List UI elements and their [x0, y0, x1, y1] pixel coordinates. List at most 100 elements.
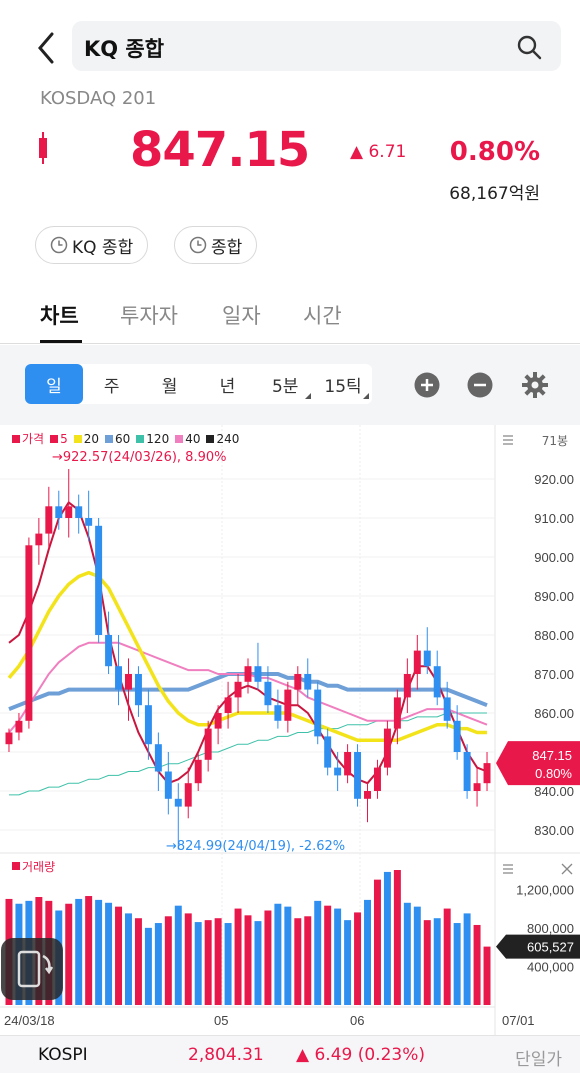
- candle-body: [144, 705, 152, 745]
- candle-body: [463, 752, 471, 791]
- legend-item: 60: [105, 430, 130, 447]
- candle-body: [393, 697, 401, 729]
- candle-body: [204, 728, 212, 760]
- candle-body: [234, 681, 242, 698]
- legend-label: 60: [115, 431, 131, 446]
- x-tick-label: 07/01: [502, 1013, 535, 1028]
- current-price-tag-label: 847.15: [532, 748, 572, 763]
- volume-bar: [324, 905, 332, 1005]
- tab-chart[interactable]: 차트: [40, 300, 79, 330]
- candle-body: [453, 720, 461, 752]
- period-label: 5분: [271, 376, 299, 397]
- clock-icon: [50, 236, 68, 254]
- legend-swatch: [175, 434, 184, 443]
- index-price: 2,804.31: [188, 1045, 264, 1065]
- ma5-line: [8, 501, 488, 785]
- clock-icon: [189, 236, 207, 254]
- volume-bar: [134, 918, 142, 1005]
- period-year[interactable]: 년: [198, 364, 256, 404]
- volume-bar: [314, 900, 322, 1005]
- legend-label: 240: [216, 431, 240, 446]
- candle-body: [284, 689, 292, 721]
- legend-item: 40: [175, 430, 200, 447]
- y-tick-label: 870.00: [534, 667, 574, 682]
- tab-investor[interactable]: 투자자: [120, 300, 178, 330]
- volume-title: 거래량: [22, 860, 55, 874]
- candle-body: [194, 759, 202, 784]
- candle-body: [105, 635, 113, 667]
- volume-bar: [204, 920, 212, 1005]
- legend-swatch: [50, 434, 59, 443]
- candle-body: [403, 674, 411, 698]
- candle-body: [443, 697, 451, 721]
- back-button[interactable]: [26, 28, 66, 68]
- y-tick-label: 860.00: [534, 706, 574, 721]
- volume-tick-label: 1,200,000: [516, 882, 574, 897]
- candlestick-chart[interactable]: 920.00 910.00 900.00 890.00 880.00 870.00 860.…: [0, 425, 580, 1035]
- period-month[interactable]: 월: [141, 364, 199, 404]
- legend-label: 20: [83, 431, 100, 446]
- candle-body: [95, 525, 103, 635]
- volume-bar: [423, 920, 431, 1005]
- volume-bar: [144, 927, 152, 1005]
- tab-time[interactable]: 시간: [303, 300, 342, 330]
- rotate-screen-button[interactable]: [1, 938, 63, 1000]
- period-label: 일: [46, 376, 62, 397]
- volume-bar: [274, 903, 282, 1005]
- legend-item: 가격: [12, 430, 44, 447]
- candle-body: [423, 650, 431, 667]
- period-label: 15틱: [324, 376, 362, 397]
- candle-body: [65, 506, 73, 518]
- volume-bar: [463, 913, 471, 1005]
- chip-composite[interactable]: 종합: [174, 226, 258, 264]
- x-tick-label: 06: [350, 1013, 364, 1028]
- chip-label: 종합: [211, 237, 243, 258]
- price-chart-area[interactable]: 920.00 910.00 900.00 890.00 880.00 870.00 860.…: [0, 425, 580, 1035]
- volume-bar: [443, 908, 451, 1005]
- period-label: 년: [219, 376, 236, 397]
- chevron-left-icon: [38, 32, 54, 64]
- volume-bar: [234, 908, 242, 1005]
- index-change: ▲ 6.49 (0.23%): [296, 1045, 426, 1065]
- candle-body: [25, 545, 33, 721]
- gear-icon[interactable]: [521, 371, 549, 399]
- legend-swatch: [136, 434, 145, 443]
- search-icon[interactable]: [515, 33, 543, 61]
- period-minute[interactable]: 5분: [256, 364, 314, 404]
- period-week[interactable]: 주: [83, 364, 141, 404]
- candle-body: [433, 666, 441, 698]
- chip-kq-composite[interactable]: KQ 종합: [35, 226, 149, 264]
- volume-bar: [254, 921, 262, 1005]
- search-field[interactable]: KQ 종합: [72, 21, 561, 71]
- candle-body: [244, 666, 252, 682]
- zoom-out-icon[interactable]: [467, 372, 493, 398]
- period-tick[interactable]: 15틱: [314, 364, 372, 404]
- top-bar: KQ 종합: [0, 0, 580, 90]
- candle-body: [115, 666, 123, 690]
- candle-body: [364, 791, 371, 799]
- tab-daily[interactable]: 일자: [222, 300, 261, 330]
- current-price: 847.15: [130, 122, 310, 178]
- y-tick-label: 920.00: [534, 472, 574, 487]
- volume-bar: [264, 910, 272, 1005]
- zoom-in-icon[interactable]: [414, 372, 440, 398]
- index-subtitle: KOSDAQ 201: [40, 88, 157, 109]
- close-icon: [561, 863, 573, 875]
- period-selector: 일 주 월 년 5분 15틱: [25, 364, 372, 404]
- y-tick-label: 900.00: [534, 550, 574, 565]
- menu-icon: [503, 435, 513, 445]
- tab-bar: 차트 투자자 일자 시간: [0, 290, 580, 344]
- x-tick-label: 24/03/18: [4, 1013, 55, 1028]
- index-ticker-bar[interactable]: KOSPI 2,804.31 ▲ 6.49 (0.23%) 단일가: [0, 1035, 580, 1073]
- candle-body: [413, 650, 421, 674]
- y-tick-label: 910.00: [534, 511, 574, 526]
- candle-body: [164, 771, 172, 799]
- period-day[interactable]: 일: [25, 364, 83, 404]
- candle-body: [55, 506, 63, 518]
- chart-legend: 가격 5 20 60 120 40 240: [12, 430, 239, 447]
- volume-bar: [413, 906, 421, 1005]
- legend-swatch: [206, 434, 215, 443]
- volume-bar: [354, 912, 362, 1005]
- volume-bar: [284, 906, 292, 1005]
- volume-bar: [403, 902, 411, 1005]
